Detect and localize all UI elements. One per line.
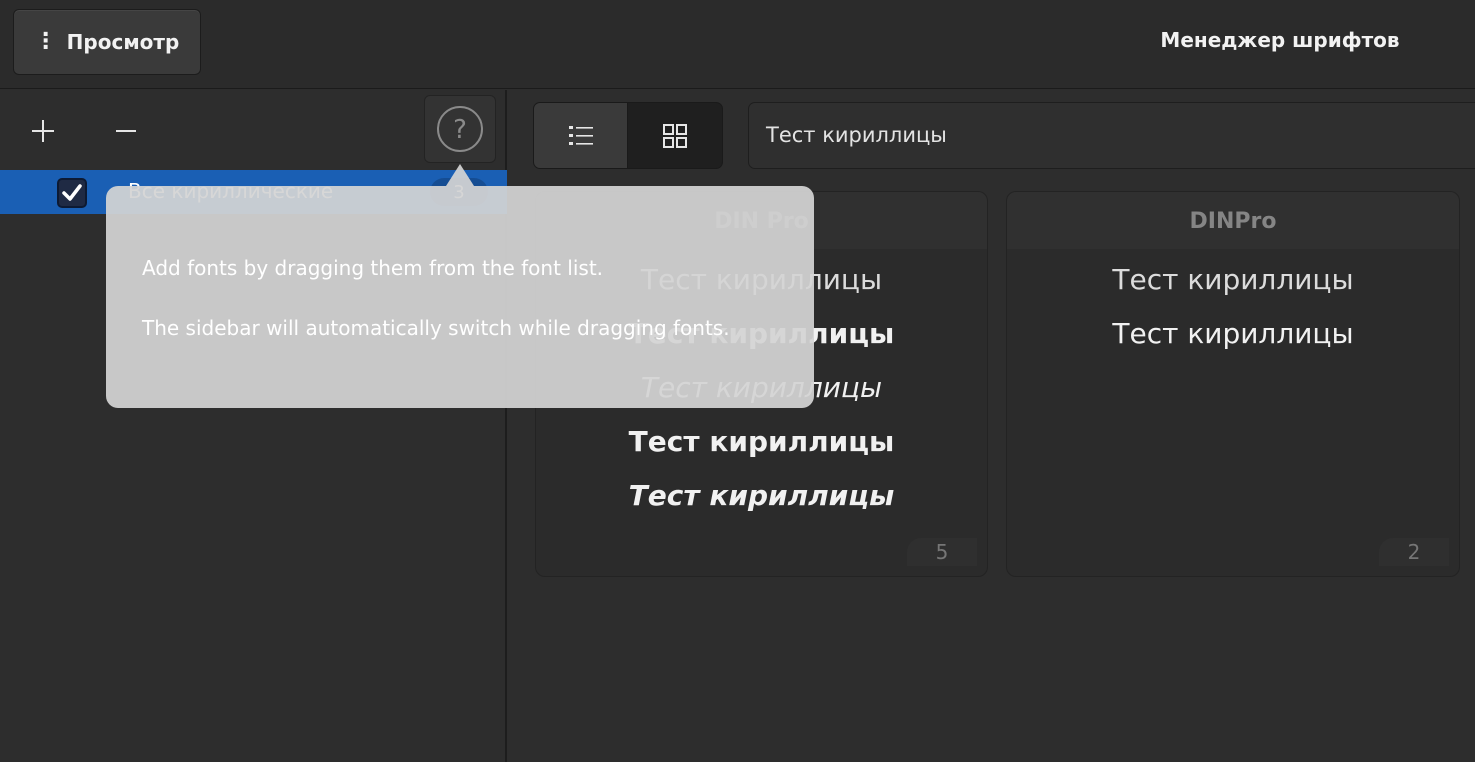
list-view-button[interactable] [534, 103, 628, 168]
font-style-count: 2 [1379, 538, 1449, 566]
font-manager-window: ⋮ Просмотр Менеджер шрифтов ? Тест кирил… [0, 0, 1475, 762]
remove-collection-button[interactable] [104, 109, 148, 153]
list-view-icon [568, 125, 593, 145]
font-family-title: DINPro [1007, 192, 1459, 249]
font-sample-regular: Тест кириллицы [1112, 317, 1354, 350]
question-circle-icon: ? [437, 106, 483, 152]
view-menu-label: Просмотр [66, 30, 180, 54]
preview-text-input[interactable]: Тест кириллицы [748, 102, 1475, 169]
popover-text-line2: The sidebar will automatically switch wh… [142, 316, 730, 340]
help-popover: Add fonts by dragging them from the font… [106, 186, 814, 408]
font-sample-light: Тест кириллицы [1112, 263, 1354, 296]
popover-arrow [446, 164, 474, 186]
minus-icon [116, 130, 136, 132]
popover-text-line1: Add fonts by dragging them from the font… [142, 256, 604, 280]
svg-text:?: ? [453, 115, 467, 145]
help-button[interactable]: ? [424, 95, 496, 163]
font-card-dinpro[interactable]: DINPro Тест кириллицы Тест кириллицы 2 [1006, 191, 1460, 577]
sidebar-toolbar: ? [0, 90, 507, 169]
grid-view-icon [663, 123, 687, 148]
font-style-count: 5 [907, 538, 977, 566]
headerbar: ⋮ Просмотр Менеджер шрифтов [0, 0, 1475, 89]
collection-checkbox[interactable] [57, 178, 87, 208]
plus-icon [32, 120, 54, 142]
checkmark-icon [62, 184, 82, 201]
font-samples: Тест кириллицы Тест кириллицы [1007, 249, 1459, 361]
window-title: Менеджер шрифтов [1160, 28, 1400, 52]
font-sample-bold-italic: Тест кириллицы [628, 479, 895, 512]
kebab-menu-icon: ⋮ [34, 29, 57, 54]
font-sample-bold: Тест кириллицы [628, 425, 895, 458]
grid-view-button[interactable] [628, 103, 722, 168]
add-collection-button[interactable] [21, 109, 65, 153]
view-menu-button[interactable]: ⋮ Просмотр [13, 9, 201, 75]
view-mode-switcher [533, 102, 723, 169]
